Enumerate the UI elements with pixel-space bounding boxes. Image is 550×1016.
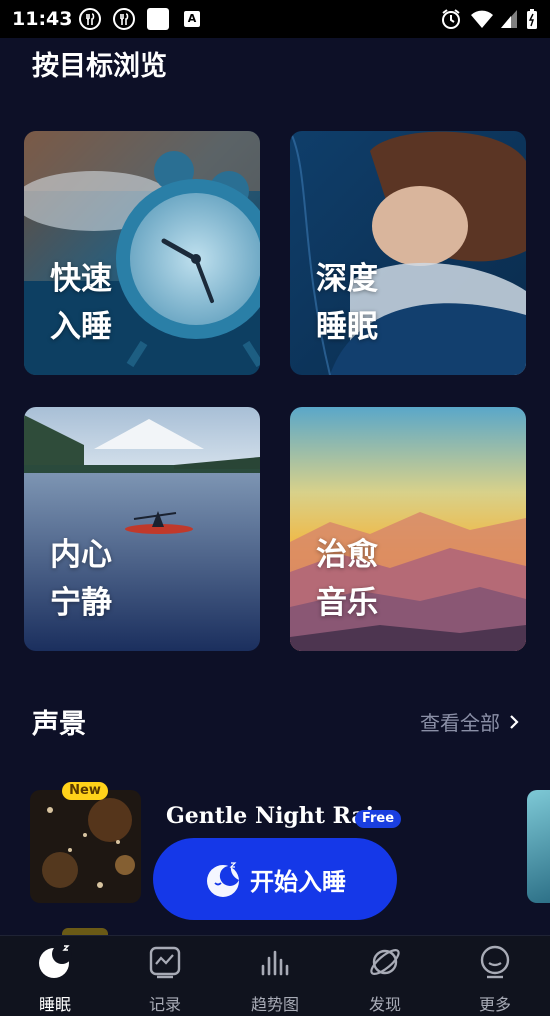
start-sleep-label: 开始入睡	[250, 867, 346, 896]
rain-night-image	[30, 790, 141, 903]
wifi-icon	[471, 10, 493, 28]
nav-item-more[interactable]: 更多	[440, 936, 550, 1016]
status-bar: 11:43 A	[0, 0, 550, 38]
category-card-deep-sleep[interactable]: 深度 睡眠	[290, 131, 526, 375]
card-label: 深度 睡眠	[316, 261, 378, 345]
fork-knife-icon	[113, 8, 135, 30]
a-notification-icon: A	[184, 11, 200, 27]
category-card-fall-asleep[interactable]: 快速 入睡	[24, 131, 260, 375]
category-card-inner-peace[interactable]: 内心 宁静	[24, 407, 260, 651]
signal-icon	[501, 10, 517, 28]
category-card-healing-music[interactable]: 治愈 音乐	[290, 407, 526, 651]
smile-face-icon	[480, 945, 510, 979]
see-all-link[interactable]: 查看全部	[420, 707, 520, 736]
nav-item-sleep[interactable]: 睡眠	[0, 936, 110, 1016]
moon-face-icon	[207, 862, 239, 897]
nav-item-record[interactable]: 记录	[110, 936, 220, 1016]
free-badge: Free	[355, 810, 401, 828]
status-time: 11:43	[12, 8, 73, 30]
next-sound-thumbnail[interactable]	[527, 790, 550, 903]
battery-icon	[527, 9, 537, 29]
soundscape-section-title: 声景	[32, 709, 86, 740]
bottom-nav: 睡眠 记录 趋势图 发现 更多	[0, 935, 550, 1016]
new-badge: New	[62, 782, 108, 800]
bar-chart-icon	[261, 950, 289, 976]
planet-icon	[370, 949, 400, 975]
record-chart-icon	[149, 946, 181, 979]
card-label: 快速 入睡	[50, 261, 112, 345]
nav-item-discover[interactable]: 发现	[330, 936, 440, 1016]
app-notification-icon	[147, 8, 169, 30]
card-label: 内心 宁静	[50, 537, 112, 621]
sound-thumbnail[interactable]	[30, 790, 141, 903]
chevron-right-icon	[510, 714, 519, 729]
card-label: 治愈 音乐	[316, 537, 378, 621]
alarm-icon	[442, 9, 460, 29]
see-all-label: 查看全部	[420, 711, 500, 735]
start-sleep-button[interactable]: 开始入睡	[153, 838, 397, 920]
moon-icon	[39, 944, 72, 978]
fork-knife-icon	[79, 8, 101, 30]
nav-item-trends[interactable]: 趋势图	[220, 936, 330, 1016]
browse-section-title: 按目标浏览	[32, 51, 167, 82]
